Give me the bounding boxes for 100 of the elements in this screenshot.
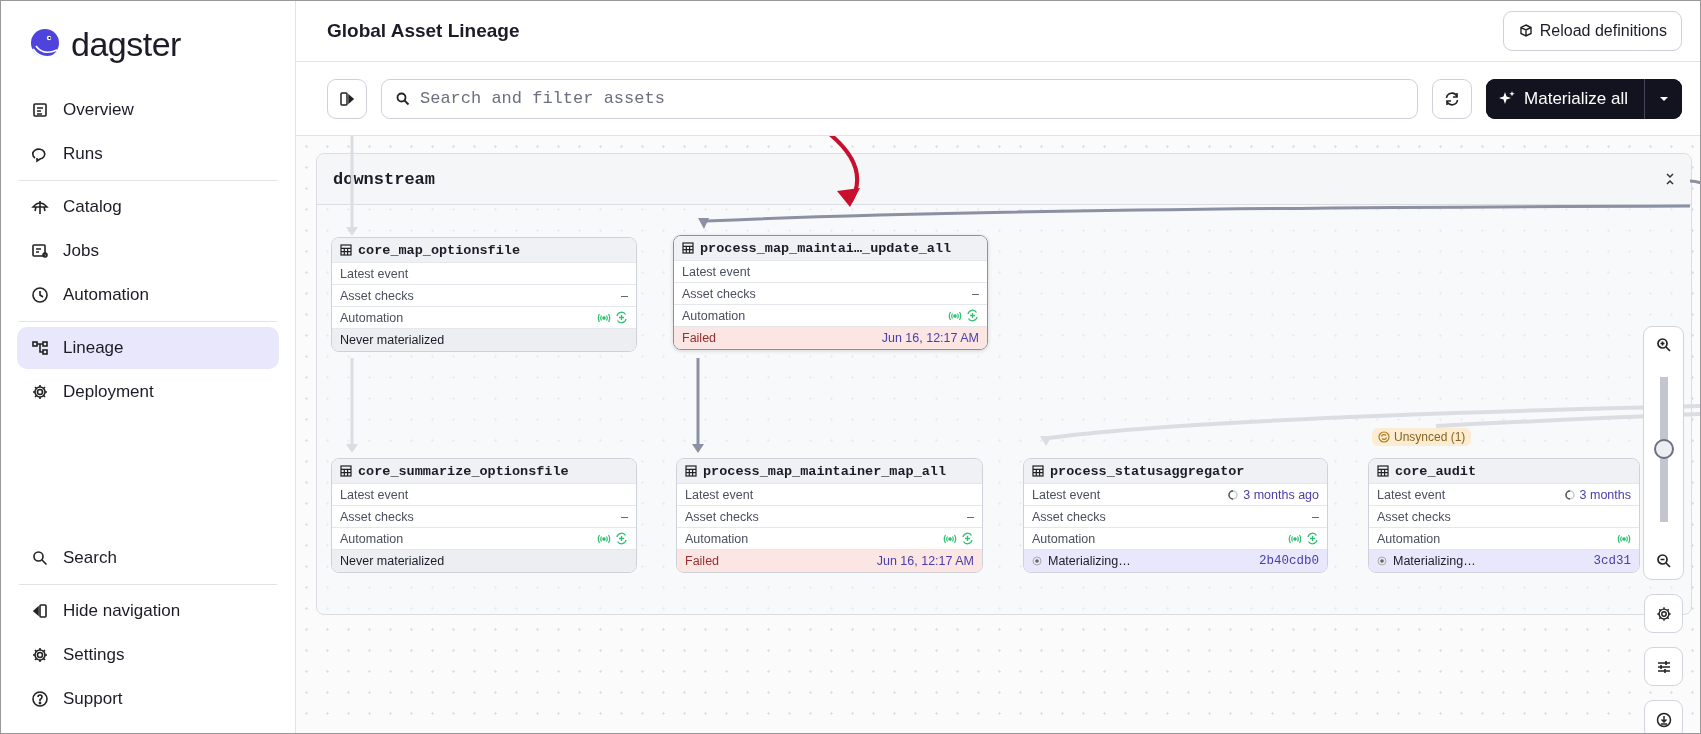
latest-event-time[interactable]: 3 months ago [1243, 487, 1319, 502]
nav-item[interactable]: Search [17, 537, 279, 579]
asset-node[interactable]: core_audit Latest event 3 months Asset checks Automation Materializing… 3cd31 [1368, 458, 1640, 573]
nav-item[interactable]: Support [17, 678, 279, 720]
status-text: Failed [682, 331, 717, 345]
row-label: Automation [685, 531, 749, 546]
sensor-icon [948, 310, 962, 321]
panel-icon [339, 90, 355, 107]
status-text: Never materialized [340, 554, 445, 568]
nav-item[interactable]: Lineage [17, 327, 279, 369]
collapse-icon[interactable] [1665, 173, 1675, 185]
clock-icon [31, 286, 49, 304]
sensor-icon [597, 533, 611, 544]
sensor-icon [597, 312, 611, 323]
filter-sliders-button[interactable] [1644, 647, 1683, 686]
asset-name: core_map_optionsfile [358, 242, 521, 258]
status-value[interactable]: 2b40cdb0 [1259, 554, 1319, 568]
nav-item[interactable]: Settings [17, 634, 279, 676]
help-icon [31, 690, 49, 708]
nav-item[interactable]: Deployment [17, 371, 279, 413]
document-icon [31, 101, 49, 119]
row-label: Automation [1032, 531, 1096, 546]
umbrella-icon [31, 198, 49, 216]
nav-item[interactable]: Catalog [17, 186, 279, 228]
asset-node[interactable]: process_map_maintai…_update_all Latest event Asset checks – Automation Failed Jun 16, 12:17 AM [673, 235, 988, 350]
gear-icon [31, 646, 49, 664]
row-label: Latest event [340, 266, 409, 281]
sensor-icon [1288, 533, 1302, 544]
row-label: Asset checks [1032, 509, 1106, 524]
table-icon [340, 465, 352, 477]
row-label: Latest event [1377, 487, 1446, 502]
row-label: Asset checks [1377, 509, 1451, 524]
asset-node[interactable]: core_map_optionsfile Latest event Asset checks – Automation Never materialized [331, 237, 637, 352]
spinner-icon [1228, 489, 1239, 500]
asset-name: process_statusaggregator [1050, 463, 1245, 479]
slider-thumb[interactable] [1653, 439, 1674, 459]
table-icon [682, 242, 694, 254]
asset-name: process_map_maintainer_map_all [703, 463, 947, 479]
asset-checks-value: – [972, 286, 979, 301]
asset-name: core_audit [1395, 463, 1476, 479]
row-label: Latest event [1032, 487, 1101, 502]
spinner-icon [1032, 556, 1042, 566]
nav-item[interactable]: Jobs [17, 230, 279, 272]
cycle-icon [961, 532, 974, 545]
status-value[interactable]: Jun 16, 12:17 AM [881, 331, 979, 345]
asset-name: core_summarize_optionsfile [358, 463, 569, 479]
latest-event-time[interactable]: 3 months [1579, 487, 1631, 502]
status-value[interactable]: 3cd31 [1593, 554, 1631, 568]
row-label: Automation [340, 531, 404, 546]
status-text: Materializing… [1393, 554, 1476, 568]
logo-text: dagster [71, 25, 181, 64]
asset-name: process_map_maintai…_update_all [700, 240, 952, 256]
refresh-button[interactable] [1432, 78, 1473, 119]
cycle-icon [615, 532, 628, 545]
row-label: Latest event [685, 487, 754, 502]
asset-checks-value: – [1312, 509, 1319, 524]
asset-node[interactable]: core_summarize_optionsfile Latest event Asset checks – Automation Never materialized [331, 458, 637, 573]
spinner-icon [1564, 489, 1575, 500]
cube-icon [1517, 23, 1534, 39]
row-label: Automation [1377, 531, 1441, 546]
spinner-icon [1377, 556, 1387, 566]
row-label: Latest event [340, 487, 409, 502]
row-label: Asset checks [340, 509, 414, 524]
search-field[interactable]: Search and filter assets [381, 78, 1419, 119]
gear-icon [1655, 605, 1672, 622]
zoom-out-icon [1655, 553, 1672, 569]
row-label: Automation [340, 310, 404, 325]
table-icon [340, 244, 352, 256]
asset-checks-value: – [967, 509, 974, 524]
status-text: Failed [685, 554, 720, 568]
nav-item[interactable]: Automation [17, 274, 279, 316]
row-label: Automation [682, 308, 746, 323]
page-title: Global Asset Lineage [327, 20, 520, 42]
sliders-icon [1655, 658, 1672, 675]
asset-checks-value: – [621, 509, 628, 524]
caret-icon [1658, 95, 1669, 102]
nav-item[interactable]: Runs [17, 133, 279, 175]
jobs-icon [31, 242, 49, 260]
zoom-in-icon [1655, 337, 1672, 353]
table-icon [685, 465, 697, 477]
reload-definitions-button[interactable]: Reload definitions [1502, 11, 1682, 51]
table-icon [1032, 465, 1044, 477]
sidebar-toggle-button[interactable] [327, 78, 367, 119]
cycle-icon [1306, 532, 1319, 545]
unsynced-badge: Unsynced (1) [1372, 428, 1472, 446]
status-value[interactable]: Jun 16, 12:17 AM [876, 554, 974, 568]
nav-item[interactable]: Hide navigation [17, 590, 279, 632]
asset-node[interactable]: process_map_maintainer_map_all Latest event Asset checks – Automation Failed Jun 16, 12:17 AM [676, 458, 983, 573]
settings-button[interactable] [1644, 594, 1683, 633]
download-button[interactable] [1644, 700, 1683, 733]
group-title: downstream [333, 169, 436, 189]
dropdown-caret-button[interactable] [1644, 78, 1682, 119]
edge-line [1689, 179, 1700, 185]
search-icon [31, 549, 49, 567]
row-label: Asset checks [685, 509, 759, 524]
nav-item[interactable]: Overview [17, 89, 279, 131]
row-label: Asset checks [682, 286, 756, 301]
asset-node[interactable]: process_statusaggregator Latest event 3 months ago Asset checks – Automation Materializing… 2b40cdb0 [1023, 458, 1328, 573]
status-text: Never materialized [340, 333, 445, 347]
cycle-icon [615, 311, 628, 324]
